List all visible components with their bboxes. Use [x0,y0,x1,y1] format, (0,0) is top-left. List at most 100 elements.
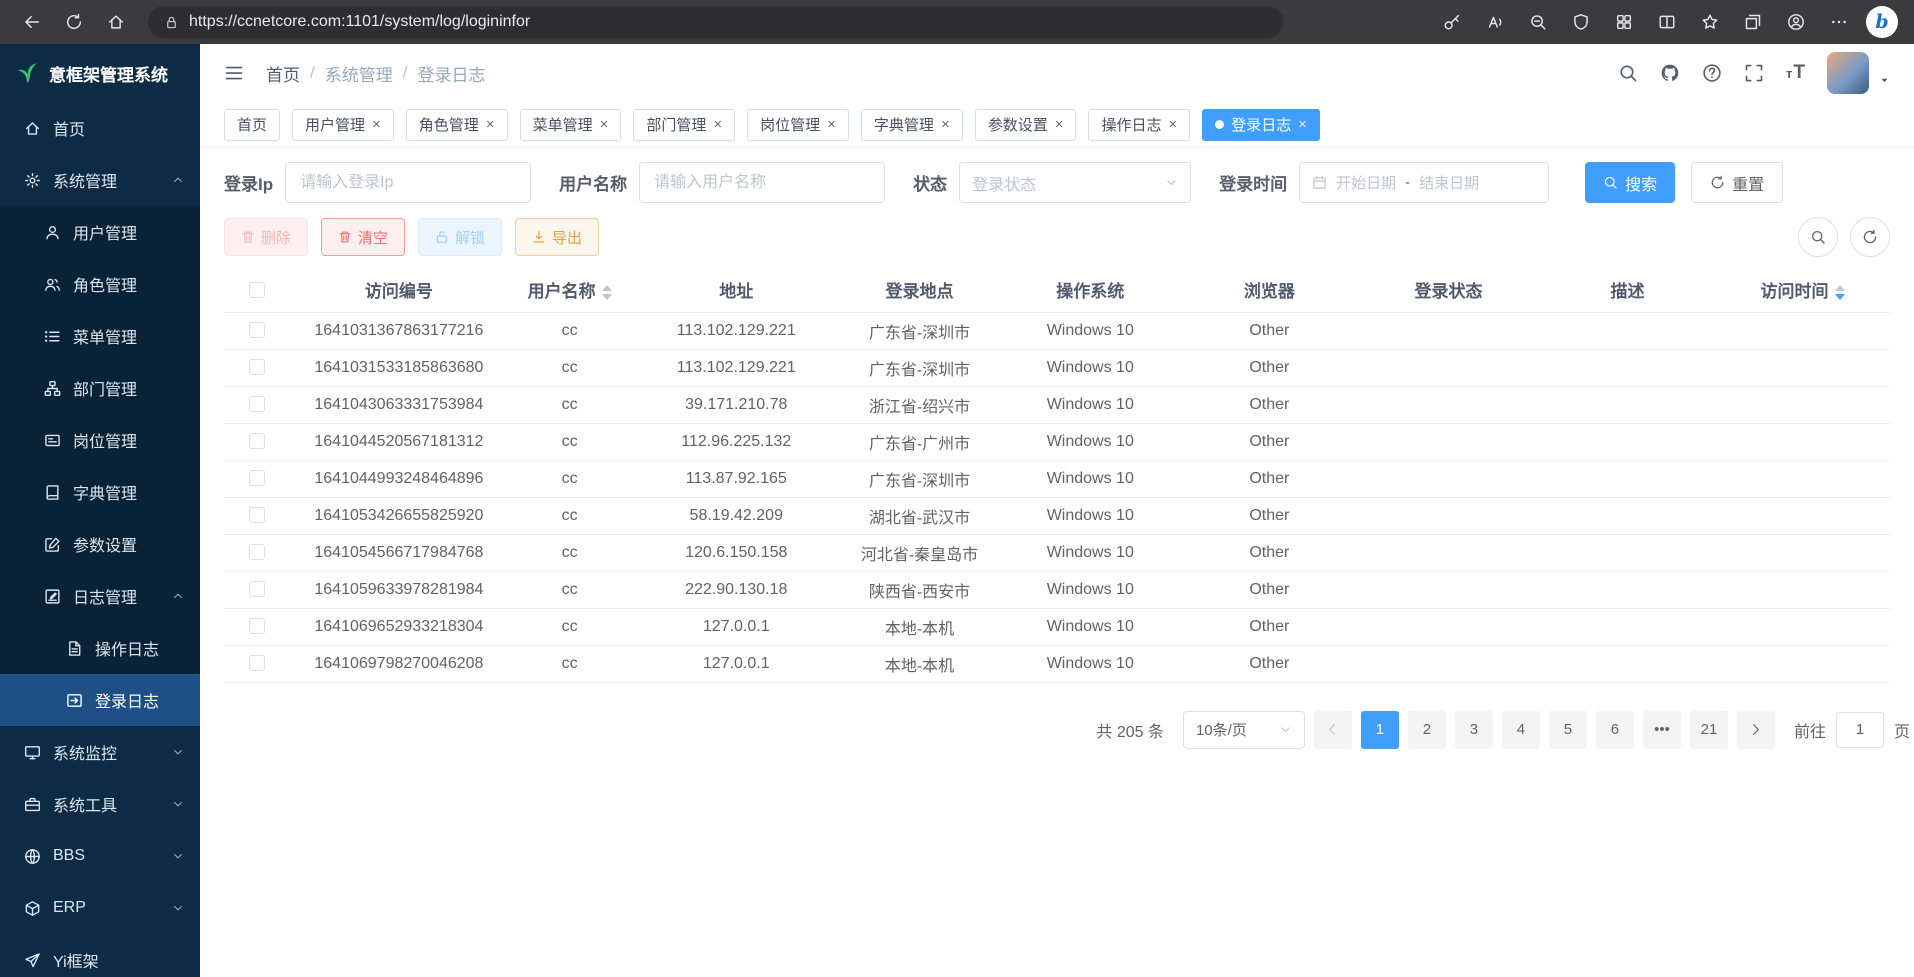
tab-login-log[interactable]: 登录日志× [1202,109,1320,141]
close-tab-icon[interactable]: × [600,117,609,132]
browser-back-button[interactable] [16,6,48,38]
column-header[interactable]: 访问时间 [1715,267,1890,312]
sidebar-item-system-mgmt[interactable]: 系统管理 [0,154,200,206]
search-button[interactable]: 搜索 [1585,162,1675,203]
prev-page-button[interactable] [1314,711,1352,749]
user-avatar[interactable] [1827,52,1869,94]
sidebar-item-post-mgmt[interactable]: 岗位管理 [0,414,200,466]
select-all-checkbox[interactable] [249,282,265,298]
row-checkbox[interactable] [249,396,265,412]
breadcrumb-item-system[interactable]: 系统管理 [325,61,393,86]
tab-dict-mgmt[interactable]: 字典管理× [861,109,963,141]
sidebar-item-system-monitor[interactable]: 系统监控 [0,726,200,778]
tab-operation-log[interactable]: 操作日志× [1088,109,1190,141]
page-button-1[interactable]: 1 [1361,711,1399,749]
github-icon[interactable] [1660,63,1680,83]
row-checkbox[interactable] [249,470,265,486]
page-button-5[interactable]: 5 [1549,711,1587,749]
zoom-button[interactable] [1522,6,1554,38]
username-input[interactable] [639,162,885,203]
delete-button[interactable]: 删除 [224,218,308,256]
sidebar-item-param-settings[interactable]: 参数设置 [0,518,200,570]
row-checkbox[interactable] [249,433,265,449]
password-key-button[interactable] [1436,6,1468,38]
sidebar-item-log-mgmt[interactable]: 日志管理 [0,570,200,622]
breadcrumb-item-home[interactable]: 首页 [266,61,300,86]
collapse-sidebar-button[interactable] [224,63,244,83]
close-tab-icon[interactable]: × [1055,117,1064,132]
sidebar-item-bbs[interactable]: BBS [0,830,200,882]
close-tab-icon[interactable]: × [486,117,495,132]
sidebar-item-dict-mgmt[interactable]: 字典管理 [0,466,200,518]
browser-refresh-button[interactable] [58,6,90,38]
close-tab-icon[interactable]: × [713,117,722,132]
caret-down-icon[interactable] [1879,75,1890,86]
next-page-button[interactable] [1737,711,1775,749]
font-size-icon[interactable]: тT [1786,62,1805,84]
close-tab-icon[interactable]: × [1298,117,1307,132]
read-aloud-button[interactable] [1479,6,1511,38]
goto-page-input[interactable] [1836,712,1884,748]
refresh-table-button[interactable] [1850,217,1890,257]
unlock-button[interactable]: 解锁 [418,218,502,256]
sidebar-item-home[interactable]: 首页 [0,102,200,154]
sidebar-item-user-mgmt[interactable]: 用户管理 [0,206,200,258]
sidebar-item-role-mgmt[interactable]: 角色管理 [0,258,200,310]
page-button-3[interactable]: 3 [1455,711,1493,749]
page-button-6[interactable]: 6 [1596,711,1634,749]
row-checkbox[interactable] [249,544,265,560]
login-time-range-picker[interactable]: 开始日期 - 结束日期 [1299,162,1549,203]
login-status-select[interactable]: 登录状态 [959,162,1191,203]
sidebar-item-login-log[interactable]: 登录日志 [0,674,200,726]
extensions-button[interactable] [1608,6,1640,38]
sidebar-item-erp[interactable]: ERP [0,882,200,934]
row-checkbox[interactable] [249,581,265,597]
collections-button[interactable] [1737,6,1769,38]
sort-caret-icon[interactable] [1835,285,1845,300]
tab-menu-mgmt[interactable]: 菜单管理× [520,109,622,141]
export-button[interactable]: 导出 [515,218,599,256]
tab-dept-mgmt[interactable]: 部门管理× [633,109,735,141]
login-ip-input[interactable] [285,162,531,203]
close-tab-icon[interactable]: × [941,117,950,132]
sidebar-item-operation-log[interactable]: 操作日志 [0,622,200,674]
row-checkbox[interactable] [249,507,265,523]
sort-caret-icon[interactable] [602,285,612,300]
last-page-button[interactable]: 21 [1690,711,1728,749]
help-icon[interactable] [1702,63,1722,83]
sidebar-item-yi-framework[interactable]: Yi框架 [0,934,200,977]
sidebar-item-dept-mgmt[interactable]: 部门管理 [0,362,200,414]
page-size-select[interactable]: 10条/页 [1183,711,1305,749]
address-bar[interactable]: https://ccnetcore.com:1101/system/log/lo… [148,6,1283,38]
browser-menu-button[interactable] [1823,6,1855,38]
tab-home[interactable]: 首页 [224,109,280,141]
row-checkbox[interactable] [249,322,265,338]
tab-role-mgmt[interactable]: 角色管理× [406,109,508,141]
more-pages-button[interactable]: ••• [1643,711,1681,749]
split-screen-button[interactable] [1651,6,1683,38]
close-tab-icon[interactable]: × [827,117,836,132]
close-tab-icon[interactable]: × [1169,117,1178,132]
reset-button[interactable]: 重置 [1691,162,1783,203]
copilot-bing-button[interactable]: b [1866,6,1898,38]
tracking-shield-button[interactable] [1565,6,1597,38]
browser-profile-button[interactable] [1780,6,1812,38]
close-tab-icon[interactable]: × [372,117,381,132]
column-header[interactable]: 用户名称 [507,267,632,312]
toggle-search-button[interactable] [1798,217,1838,257]
row-checkbox[interactable] [249,655,265,671]
tab-user-mgmt[interactable]: 用户管理× [292,109,394,141]
row-checkbox[interactable] [249,359,265,375]
sidebar-item-system-tools[interactable]: 系统工具 [0,778,200,830]
row-checkbox[interactable] [249,618,265,634]
browser-home-button[interactable] [100,6,132,38]
header-search-icon[interactable] [1618,63,1638,83]
clear-button[interactable]: 清空 [321,218,405,256]
fullscreen-icon[interactable] [1744,63,1764,83]
favorites-button[interactable] [1694,6,1726,38]
tab-param-settings[interactable]: 参数设置× [975,109,1077,141]
tab-post-mgmt[interactable]: 岗位管理× [747,109,849,141]
page-button-2[interactable]: 2 [1408,711,1446,749]
sidebar-item-menu-mgmt[interactable]: 菜单管理 [0,310,200,362]
page-button-4[interactable]: 4 [1502,711,1540,749]
